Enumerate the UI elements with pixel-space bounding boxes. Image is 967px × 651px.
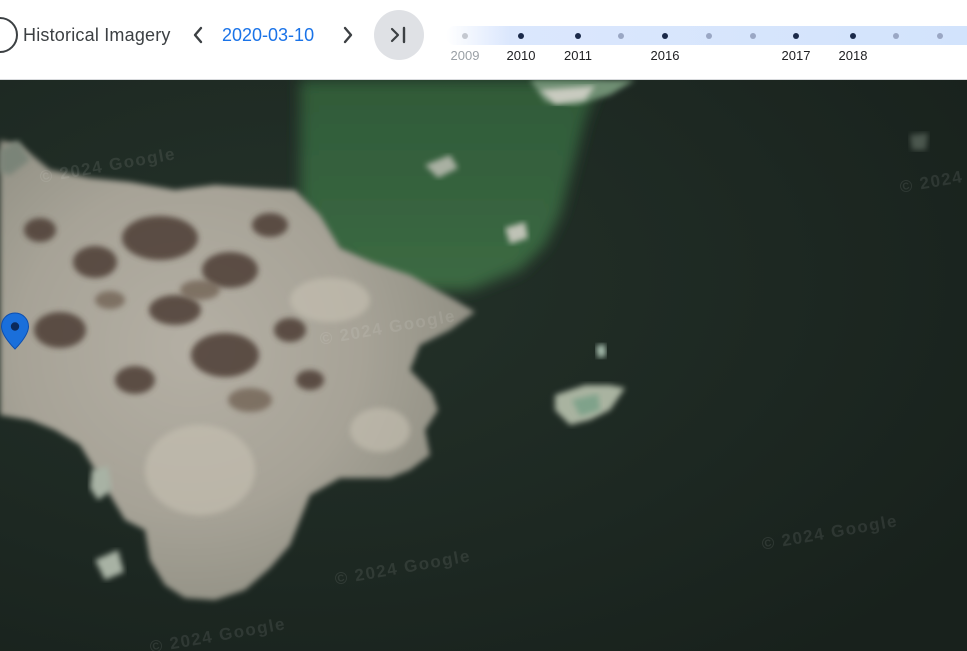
timeline-point[interactable] xyxy=(750,33,756,39)
timeline-year-label: 2010 xyxy=(506,48,536,63)
jump-to-latest-button[interactable] xyxy=(374,10,424,60)
previous-date-button[interactable] xyxy=(183,20,213,50)
selected-date[interactable]: 2020-03-10 xyxy=(222,25,314,46)
timeline-point-2010[interactable] xyxy=(518,33,524,39)
timeline-point-2018[interactable] xyxy=(850,33,856,39)
page-title: Historical Imagery xyxy=(23,25,171,45)
timeline-point-2017[interactable] xyxy=(793,33,799,39)
next-date-button[interactable] xyxy=(333,20,363,50)
timeline-point-2009[interactable] xyxy=(462,33,468,39)
timeline-year-label: 2011 xyxy=(564,48,592,63)
chevron-right-icon xyxy=(343,26,353,44)
timeline-point[interactable] xyxy=(706,33,712,39)
timeline-year-label: 2016 xyxy=(650,48,680,63)
satellite-map[interactable]: © 2024 Google © 2024 Google © 2024 Googl… xyxy=(0,80,967,651)
timeline-point[interactable] xyxy=(893,33,899,39)
back-button[interactable] xyxy=(0,17,18,53)
historical-imagery-toolbar: Historical Imagery 2020-03-10 2009 2010 xyxy=(0,0,967,80)
location-pin-icon[interactable] xyxy=(0,312,30,350)
timeline-point[interactable] xyxy=(618,33,624,39)
imagery-timeline[interactable]: 2009 2010 2011 2016 2017 2018 xyxy=(440,0,967,79)
timeline-point[interactable] xyxy=(937,33,943,39)
timeline-point-2016[interactable] xyxy=(662,33,668,39)
chevron-left-icon xyxy=(193,26,203,44)
timeline-year-label: 2018 xyxy=(838,48,868,63)
skip-to-end-icon xyxy=(390,26,406,44)
timeline-point-2011[interactable] xyxy=(575,33,581,39)
timeline-year-label: 2009 xyxy=(450,48,480,63)
timeline-year-label: 2017 xyxy=(781,48,811,63)
